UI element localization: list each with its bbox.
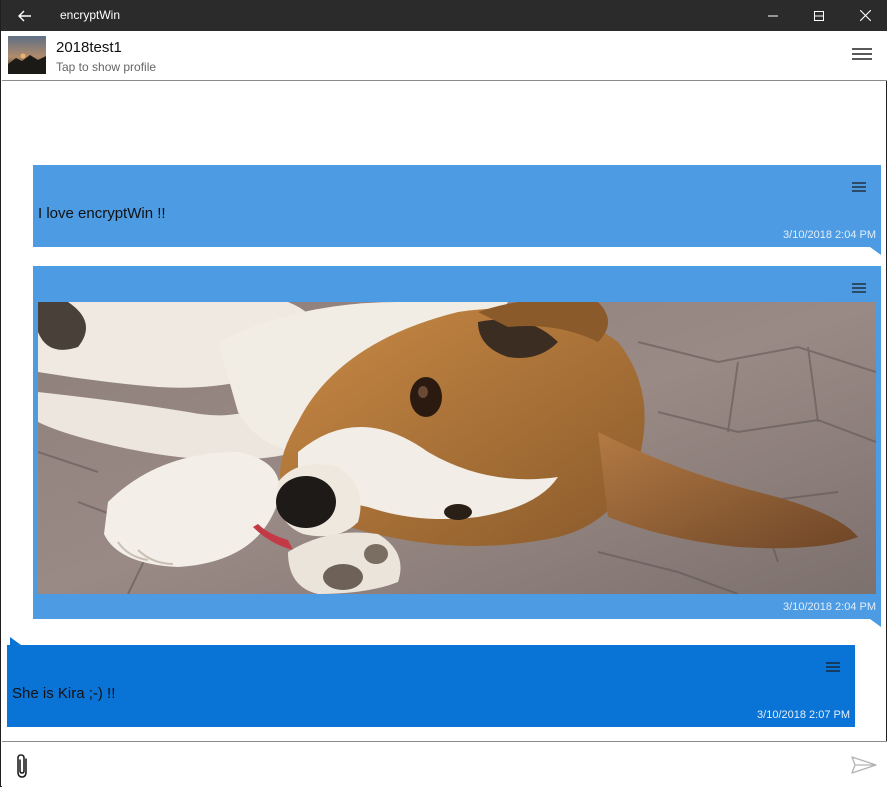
avatar-photo-icon xyxy=(8,36,46,74)
chat-header[interactable]: 2018test1 Tap to show profile xyxy=(2,31,887,81)
profile-hint[interactable]: Tap to show profile xyxy=(56,60,156,74)
hamburger-icon xyxy=(852,48,872,60)
bubble-tail xyxy=(10,637,21,645)
message-composer[interactable] xyxy=(2,741,887,787)
minimize-icon xyxy=(768,15,778,16)
avatar[interactable] xyxy=(8,36,46,74)
close-button[interactable] xyxy=(842,0,887,31)
send-icon xyxy=(851,756,877,774)
app-window: encryptWin 2018test1 Tap to show profile… xyxy=(0,0,887,787)
window-title: encryptWin xyxy=(60,8,121,22)
message-menu-button[interactable] xyxy=(826,659,840,672)
menu-button[interactable] xyxy=(852,46,872,62)
message-timestamp: 3/10/2018 2:04 PM xyxy=(783,229,876,241)
back-arrow-icon xyxy=(18,10,31,21)
hamburger-icon xyxy=(826,662,840,672)
minimize-button-alt[interactable] xyxy=(750,0,796,31)
message-text: I love encryptWin !! xyxy=(38,205,166,222)
bubble-tail xyxy=(870,247,881,255)
message-bubble[interactable]: I love encryptWin !! 3/10/2018 2:04 PM xyxy=(33,165,881,247)
maximize-icon xyxy=(814,10,824,21)
attach-button[interactable] xyxy=(14,753,32,779)
send-button[interactable] xyxy=(851,756,877,774)
message-menu-button[interactable] xyxy=(852,280,866,293)
message-timestamp: 3/10/2018 2:07 PM xyxy=(757,709,850,721)
dog-photo-icon xyxy=(38,302,876,594)
contact-name[interactable]: 2018test1 xyxy=(56,39,122,56)
hamburger-icon xyxy=(852,283,866,293)
message-text: She is Kira ;-) !! xyxy=(12,685,116,702)
bubble-tail xyxy=(870,619,881,627)
hamburger-icon xyxy=(852,182,866,192)
message-timestamp: 3/10/2018 2:04 PM xyxy=(783,601,876,613)
paperclip-icon xyxy=(17,754,27,778)
maximize-button[interactable] xyxy=(796,0,842,31)
back-button[interactable] xyxy=(1,0,49,31)
message-bubble[interactable]: 3/10/2018 2:04 PM xyxy=(33,266,881,619)
message-menu-button[interactable] xyxy=(852,179,866,192)
message-image[interactable] xyxy=(38,302,876,594)
close-icon xyxy=(859,10,871,21)
message-bubble[interactable]: She is Kira ;-) !! 3/10/2018 2:07 PM xyxy=(7,645,855,727)
